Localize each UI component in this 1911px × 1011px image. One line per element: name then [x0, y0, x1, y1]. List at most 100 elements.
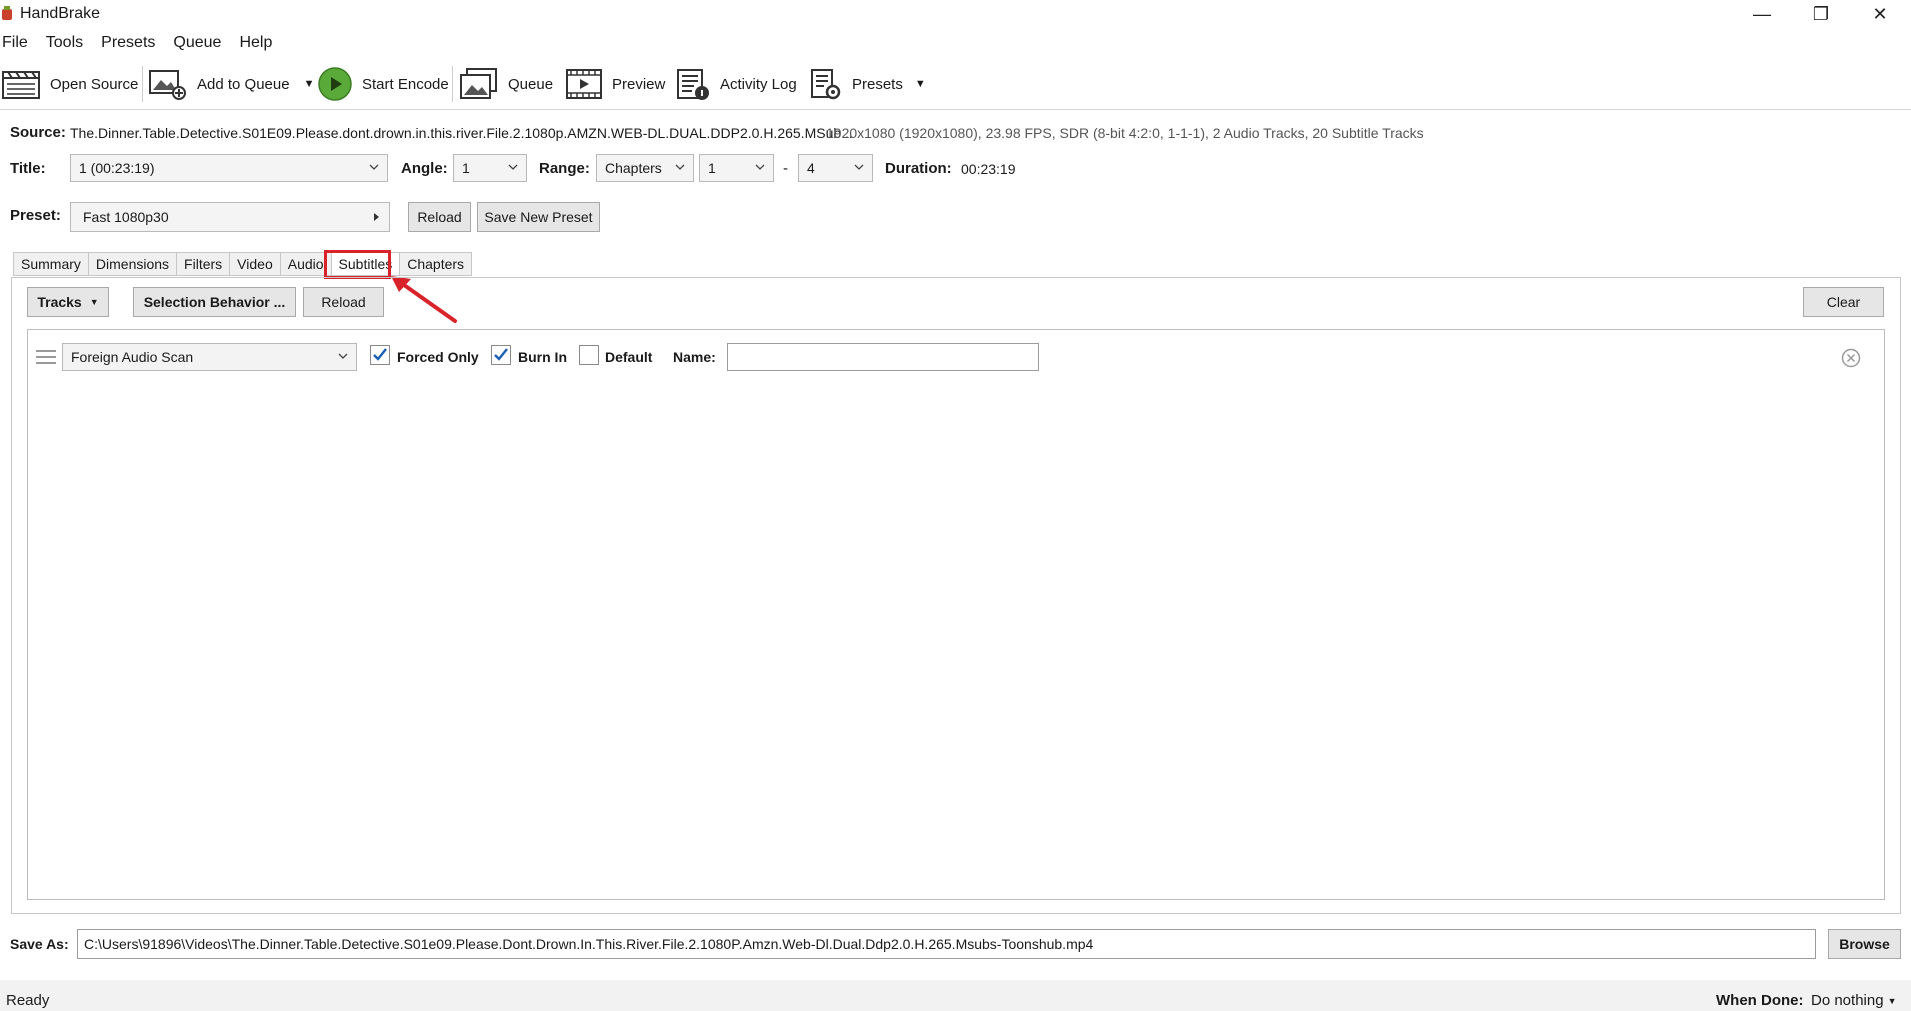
range-dash: - [783, 160, 788, 177]
presets-gear-icon [811, 69, 841, 100]
subtitle-source-dropdown[interactable]: Foreign Audio Scan [62, 343, 357, 371]
menu-help[interactable]: Help [239, 32, 272, 56]
chevron-down-icon [508, 164, 518, 170]
browse-button[interactable]: Browse [1828, 929, 1901, 959]
chevron-down-icon: ▼ [89, 297, 99, 307]
start-encode-button[interactable]: Start Encode [318, 60, 449, 108]
chevron-down-icon[interactable]: ▼ [304, 78, 315, 90]
tab-audio[interactable]: Audio [279, 252, 331, 276]
remove-track-icon[interactable] [1841, 348, 1861, 368]
title-dropdown[interactable]: 1 (00:23:19) [70, 154, 388, 182]
menu-file[interactable]: File [2, 32, 28, 56]
film-clapper-icon [2, 71, 40, 99]
range-end-dropdown[interactable]: 4 [798, 154, 873, 182]
range-type-dropdown[interactable]: Chapters [596, 154, 694, 182]
tracks-label: Tracks [37, 294, 82, 310]
close-button[interactable]: ✕ [1851, 0, 1909, 28]
default-checkbox[interactable] [579, 345, 599, 365]
activity-log-icon [677, 69, 709, 100]
chevron-down-icon [338, 353, 348, 359]
preset-value: Fast 1080p30 [83, 209, 169, 225]
toolbar-divider [0, 109, 1911, 110]
burn-in-checkbox[interactable] [491, 345, 511, 365]
tracks-button[interactable]: Tracks ▼ [27, 287, 109, 317]
forced-only-label: Forced Only [397, 349, 479, 365]
drag-handle-icon[interactable] [35, 349, 57, 365]
subtitles-tab-highlight [324, 250, 391, 279]
save-as-path-input[interactable]: C:\Users\91896\Videos\The.Dinner.Table.D… [77, 929, 1816, 959]
menu-bar: File Tools Presets Queue Help [0, 32, 290, 56]
preview-button[interactable]: Preview [566, 60, 665, 108]
title-value: 1 (00:23:19) [79, 160, 155, 176]
forced-only-checkbox[interactable] [370, 345, 390, 365]
start-encode-label: Start Encode [362, 75, 449, 93]
menu-queue[interactable]: Queue [173, 32, 221, 56]
film-preview-icon [566, 69, 602, 99]
menu-presets[interactable]: Presets [101, 32, 155, 56]
restore-button[interactable]: ❐ [1792, 0, 1850, 28]
menu-tools[interactable]: Tools [46, 32, 83, 56]
toolbar: Open Source Add to Queue ▼ Start Encode … [0, 60, 1911, 108]
toolbar-separator [452, 66, 453, 102]
chevron-down-icon [755, 164, 765, 170]
presets-label: Presets [852, 75, 903, 93]
play-icon [318, 67, 352, 101]
activity-log-button[interactable]: Activity Log [676, 60, 797, 108]
title-bar: HandBrake — ❐ ✕ [0, 0, 1911, 28]
activity-log-label: Activity Log [720, 75, 797, 93]
source-filename: The.Dinner.Table.Detective.S01E09.Please… [70, 125, 853, 141]
chevron-right-icon [374, 213, 379, 221]
minimize-button[interactable]: — [1733, 0, 1791, 28]
presets-button[interactable]: Presets ▼ [810, 60, 926, 108]
tab-dimensions[interactable]: Dimensions [87, 252, 177, 276]
queue-label: Queue [508, 75, 554, 93]
window-title: HandBrake [20, 5, 101, 22]
name-label: Name: [673, 349, 716, 365]
subtitle-track-list [27, 329, 1885, 900]
chevron-down-icon [675, 164, 685, 170]
subtitle-source-value: Foreign Audio Scan [71, 349, 194, 365]
preset-reload-button[interactable]: Reload [408, 202, 471, 232]
chevron-down-icon [854, 164, 864, 170]
tab-summary[interactable]: Summary [13, 252, 88, 276]
chevron-down-icon[interactable]: ▼ [915, 78, 926, 90]
tab-video[interactable]: Video [229, 252, 280, 276]
checkmark-icon [494, 348, 508, 361]
save-as-label: Save As: [10, 936, 69, 952]
subtitles-reload-button[interactable]: Reload [303, 287, 384, 317]
queue-button[interactable]: Queue [460, 60, 553, 108]
angle-dropdown[interactable]: 1 [453, 154, 527, 182]
chevron-down-icon [369, 164, 379, 170]
range-end-value: 4 [807, 160, 815, 176]
source-label: Source: [10, 124, 66, 141]
duration-value: 00:23:19 [961, 161, 1016, 177]
title-label: Title: [10, 160, 46, 177]
when-done-value: Do nothing [1811, 992, 1884, 1009]
range-type-value: Chapters [605, 160, 662, 176]
handbrake-logo-icon [2, 6, 12, 20]
clear-button[interactable]: Clear [1803, 287, 1884, 317]
add-to-queue-label: Add to Queue [197, 75, 290, 93]
chevron-down-icon: ▼ [1887, 995, 1897, 1006]
add-to-queue-button[interactable]: Add to Queue ▼ [149, 60, 314, 108]
selection-behavior-button[interactable]: Selection Behavior ... [133, 287, 296, 317]
duration-label: Duration: [885, 160, 952, 177]
default-label: Default [605, 349, 653, 365]
angle-label: Angle: [401, 160, 448, 177]
when-done-dropdown[interactable]: Do nothing ▼ [1811, 992, 1896, 1009]
tab-filters[interactable]: Filters [176, 252, 230, 276]
source-info: 1920x1080 (1920x1080), 23.98 FPS, SDR (8… [826, 125, 1424, 141]
burn-in-label: Burn In [518, 349, 567, 365]
save-new-preset-button[interactable]: Save New Preset [477, 202, 600, 232]
range-start-dropdown[interactable]: 1 [699, 154, 774, 182]
open-source-button[interactable]: Open Source [2, 60, 138, 108]
preview-label: Preview [612, 75, 666, 93]
track-name-input[interactable] [727, 343, 1039, 371]
checkmark-icon [373, 348, 387, 361]
status-text: Ready [6, 992, 50, 1009]
status-bar: Ready When Done: Do nothing ▼ [0, 980, 1911, 1011]
preset-selector[interactable]: Fast 1080p30 [70, 202, 390, 232]
queue-images-icon [460, 68, 497, 99]
when-done-label: When Done: [1716, 992, 1804, 1009]
range-start-value: 1 [708, 160, 716, 176]
